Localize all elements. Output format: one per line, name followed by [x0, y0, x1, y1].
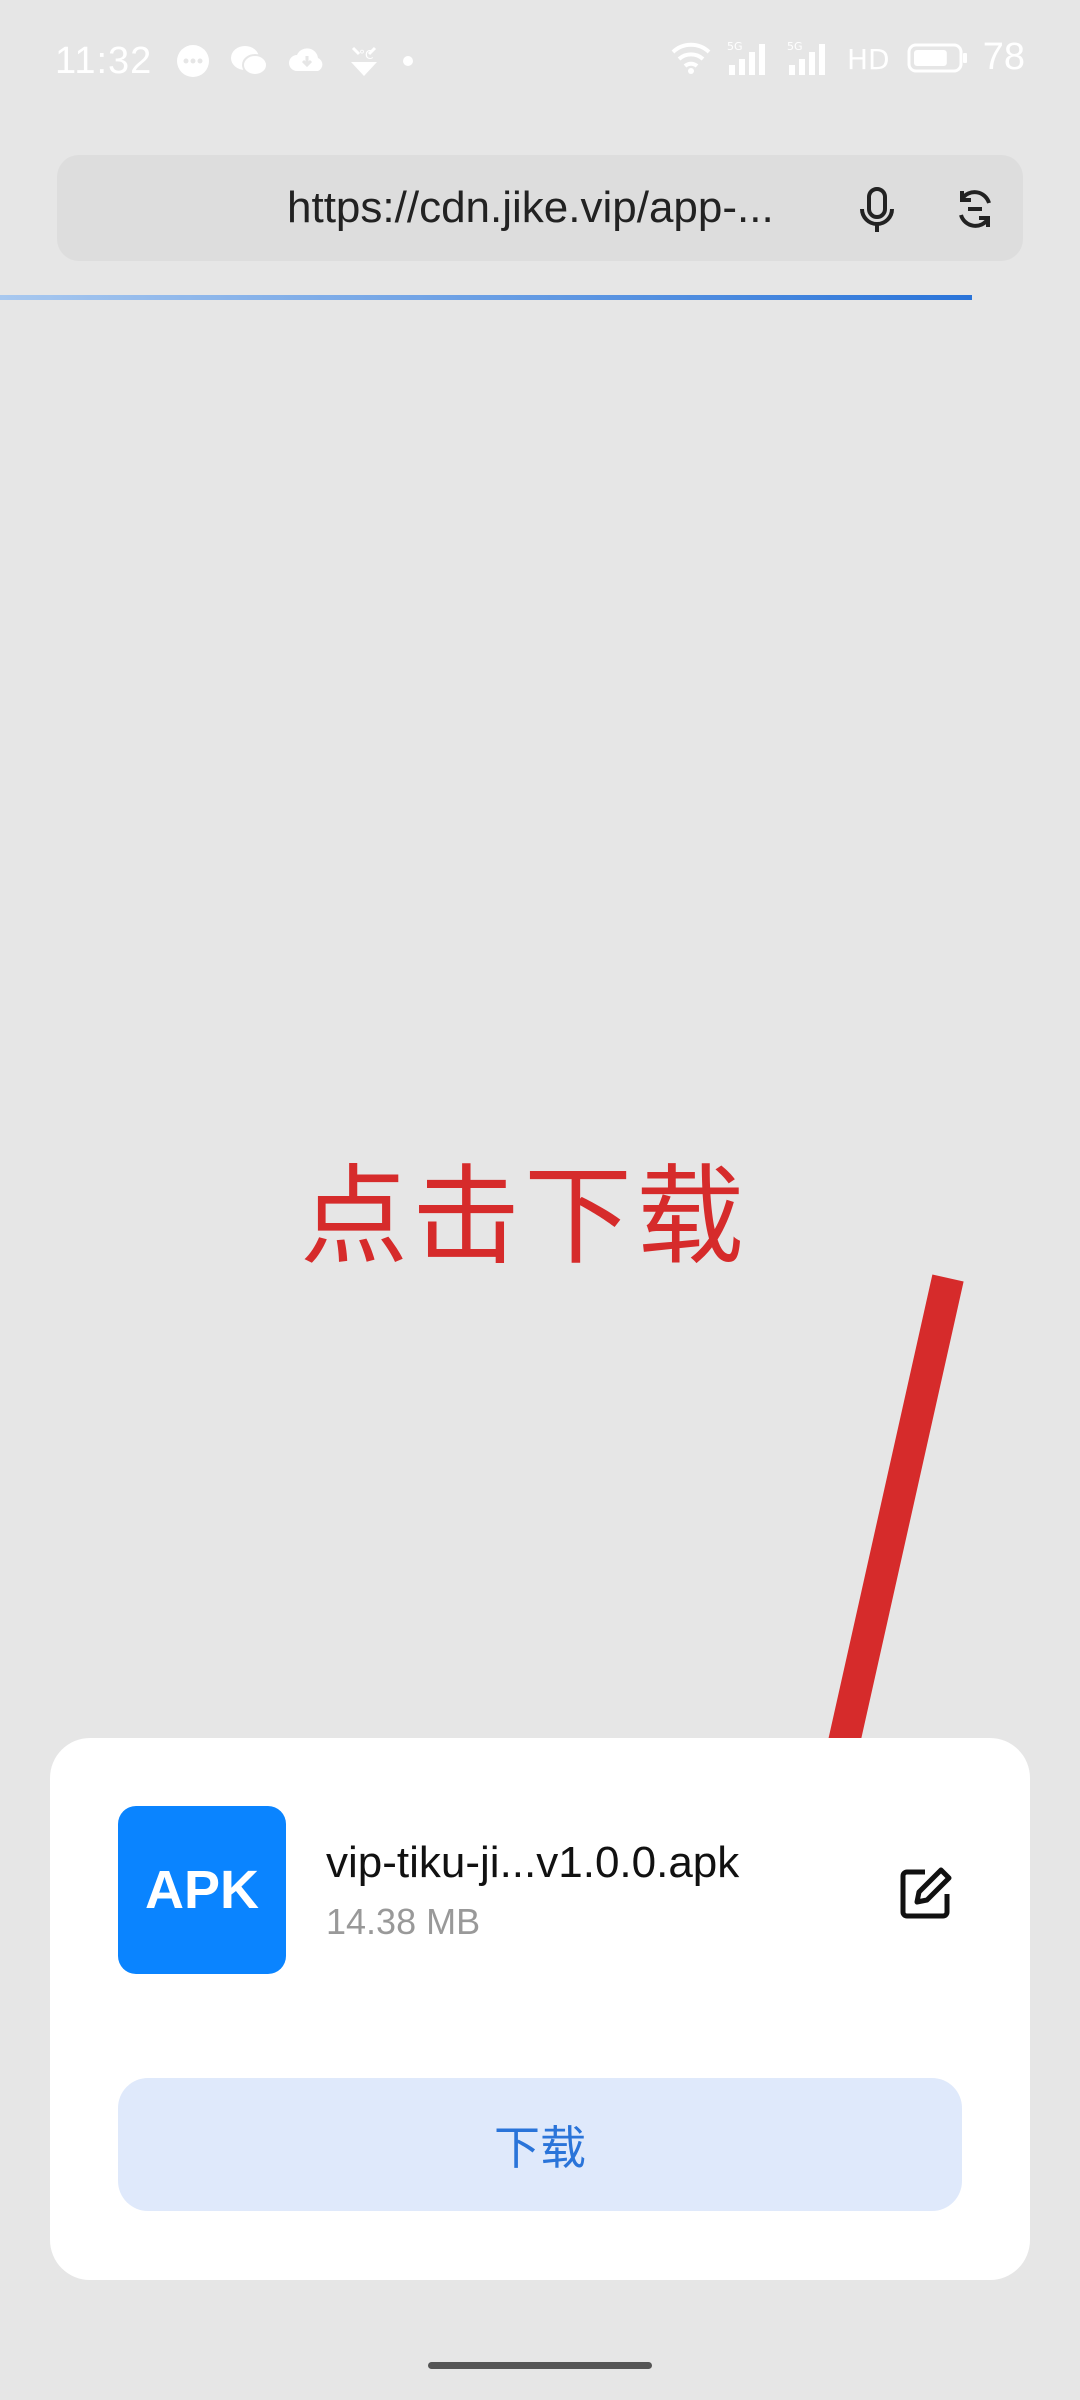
battery-level: 78: [982, 36, 1025, 78]
home-indicator[interactable]: [428, 2362, 652, 2369]
message-icon: [175, 43, 211, 79]
svg-text:°C: °C: [359, 48, 373, 62]
sync-icon[interactable]: [945, 179, 1005, 239]
url-text[interactable]: https://cdn.jike.vip/app-...: [287, 183, 774, 233]
signal-5g-icon: 5G: [727, 39, 773, 77]
download-button[interactable]: 下载: [118, 2078, 962, 2211]
page-load-progress: [0, 295, 1080, 300]
wifi-icon: [669, 40, 713, 76]
notification-icons: °C: [175, 42, 415, 80]
cloud-icon: [287, 43, 327, 79]
weather-icon: °C: [345, 42, 383, 80]
signal-5g-icon: 5G: [787, 39, 833, 77]
hd-icon: HD: [847, 39, 893, 77]
apk-file-icon: APK: [118, 1806, 286, 1974]
progress-fill: [0, 295, 972, 300]
microphone-icon[interactable]: [847, 179, 907, 239]
annotation-label: 点击下载: [300, 1155, 749, 1280]
battery-icon: [907, 41, 969, 75]
status-time: 11:32: [55, 40, 153, 82]
dot-icon: [401, 54, 415, 68]
address-bar[interactable]: https://cdn.jike.vip/app-...: [57, 155, 1023, 261]
file-name: vip-tiku-ji...v1.0.0.apk: [326, 1838, 740, 1887]
system-icons: 5G 5G HD 78: [669, 36, 1025, 79]
svg-text:HD: HD: [847, 43, 890, 76]
edit-icon[interactable]: [895, 1864, 955, 1924]
svg-text:5G: 5G: [727, 40, 743, 53]
wechat-icon: [229, 43, 269, 79]
status-bar: 11:32 °C 5G 5G HD 78: [0, 0, 1080, 125]
file-size: 14.38 MB: [326, 1901, 481, 1942]
svg-text:5G: 5G: [787, 40, 803, 53]
download-sheet: APK vip-tiku-ji...v1.0.0.apk 14.38 MB 下载: [50, 1738, 1030, 2280]
